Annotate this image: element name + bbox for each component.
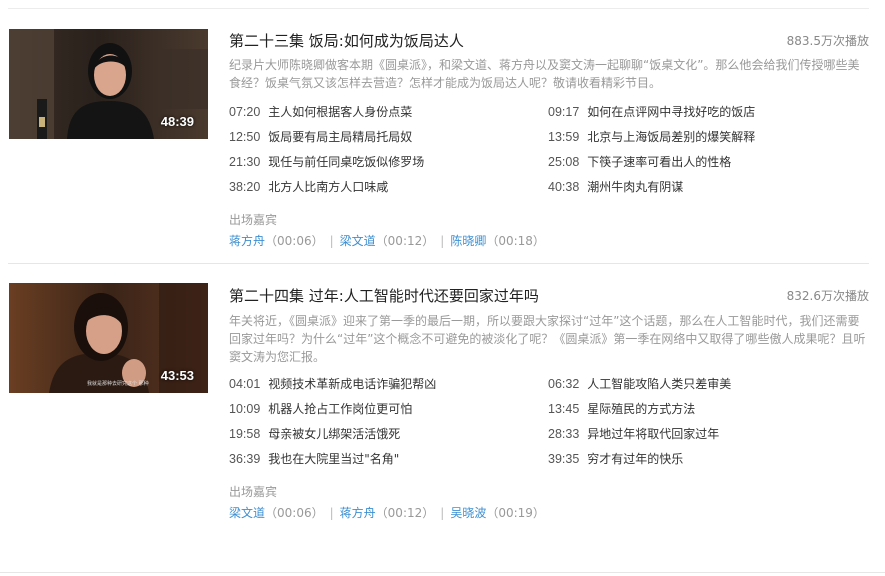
- chapter-item[interactable]: 28:33 异地过年将取代回家过年: [548, 425, 719, 441]
- bottom-divider: [0, 572, 885, 573]
- guest-link[interactable]: 梁文道: [229, 506, 265, 520]
- guest-link[interactable]: 吴晓波: [450, 506, 486, 520]
- play-count: 832.6万次播放: [786, 289, 869, 303]
- separator: |: [440, 506, 445, 520]
- chapter-text: 星际殖民的方式方法: [587, 402, 696, 416]
- play-count: 883.5万次播放: [786, 34, 869, 48]
- guest-list: 梁文道（00:06） | 蒋方舟（00:12） | 吴晓波（00:19）: [229, 504, 545, 521]
- guest-link[interactable]: 陈晓卿: [450, 234, 486, 248]
- chapter-item[interactable]: 07:20 主人如何根据客人身份点菜: [229, 103, 412, 119]
- chapter-item[interactable]: 39:35 穷才有过年的快乐: [548, 450, 683, 466]
- chapter-item[interactable]: 19:58 母亲被女儿绑架活活饿死: [229, 425, 400, 441]
- chapter-text: 下筷子速率可看出人的性格: [587, 155, 732, 169]
- episode-description: 纪录片大师陈晓卿做客本期《圆桌派》，和梁文道、蒋方舟以及窦文涛一起聊聊“饭桌文化…: [229, 58, 860, 90]
- chapter-text: 异地过年将取代回家过年: [587, 427, 720, 441]
- chapter-item[interactable]: 38:20 北方人比南方人口味咸: [229, 178, 388, 194]
- video-duration: 48:39: [160, 114, 194, 129]
- video-thumbnail[interactable]: 48:39: [9, 29, 208, 139]
- chapter-time: 12:50: [229, 130, 261, 144]
- chapter-time: 04:01: [229, 377, 261, 391]
- chapter-item[interactable]: 25:08 下筷子速率可看出人的性格: [548, 153, 731, 169]
- guest-list: 蒋方舟（00:06） | 梁文道（00:12） | 陈晓卿（00:18）: [229, 232, 545, 249]
- chapter-time: 06:32: [548, 377, 580, 391]
- chapter-text: 饭局要有局主局精局托局奴: [268, 130, 413, 144]
- guests-label: 出场嘉宾: [229, 213, 278, 227]
- chapter-time: 38:20: [229, 180, 261, 194]
- guest-link[interactable]: 蒋方舟: [340, 506, 376, 520]
- chapter-text: 穷才有过年的快乐: [587, 452, 684, 466]
- chapter-time: 25:08: [548, 155, 580, 169]
- chapter-time: 40:38: [548, 180, 580, 194]
- chapter-item[interactable]: 04:01 视频技术革新成电话诈骗犯帮凶: [229, 375, 436, 391]
- chapter-time: 21:30: [229, 155, 261, 169]
- guest-time: （00:12）: [375, 506, 435, 520]
- chapter-item[interactable]: 10:09 机器人抢占工作岗位更可怕: [229, 400, 412, 416]
- chapter-text: 母亲被女儿绑架活活饿死: [268, 427, 401, 441]
- chapter-time: 28:33: [548, 427, 580, 441]
- chapter-time: 10:09: [229, 402, 261, 416]
- chapter-item[interactable]: 06:32 人工智能攻陷人类只差审美: [548, 375, 731, 391]
- chapter-text: 潮州牛肉丸有阴谋: [587, 180, 684, 194]
- separator: |: [329, 506, 334, 520]
- guest-time: （00:12）: [375, 234, 435, 248]
- separator: |: [329, 234, 334, 248]
- chapter-item[interactable]: 09:17 如何在点评网中寻找好吃的饭店: [548, 103, 755, 119]
- chapter-item[interactable]: 36:39 我也在大院里当过"名角": [229, 450, 399, 466]
- chapter-text: 现任与前任同桌吃饭似修罗场: [268, 155, 425, 169]
- video-duration: 43:53: [160, 368, 194, 383]
- chapter-text: 如何在点评网中寻找好吃的饭店: [587, 105, 756, 119]
- guest-link[interactable]: 蒋方舟: [229, 234, 265, 248]
- separator: |: [440, 234, 445, 248]
- guest-time: （00:06）: [265, 506, 324, 520]
- top-divider: [8, 8, 869, 9]
- chapter-item[interactable]: 40:38 潮州牛肉丸有阴谋: [548, 178, 683, 194]
- guest-time: （00:19）: [486, 506, 545, 520]
- guest-time: （00:18）: [486, 234, 545, 248]
- chapter-time: 19:58: [229, 427, 261, 441]
- episode-description: 年关将近，《圆桌派》迎来了第一季的最后一期，所以要跟大家探讨“过年”这个话题，那…: [229, 314, 866, 364]
- chapter-text: 我也在大院里当过"名角": [268, 452, 400, 466]
- chapter-time: 09:17: [548, 105, 580, 119]
- chapter-time: 36:39: [229, 452, 261, 466]
- chapter-text: 主人如何根据客人身份点菜: [268, 105, 413, 119]
- chapter-text: 北方人比南方人口味咸: [268, 180, 389, 194]
- episode-divider: [8, 263, 869, 264]
- chapter-text: 视频技术革新成电话诈骗犯帮凶: [268, 377, 437, 391]
- chapter-time: 39:35: [548, 452, 580, 466]
- chapter-time: 07:20: [229, 105, 261, 119]
- chapter-text: 机器人抢占工作岗位更可怕: [268, 402, 413, 416]
- chapter-time: 13:45: [548, 402, 580, 416]
- chapter-item[interactable]: 12:50 饭局要有局主局精局托局奴: [229, 128, 412, 144]
- episode-title[interactable]: 第二十三集 饭局:如何成为饭局达人: [229, 30, 464, 51]
- chapter-item[interactable]: 13:59 北京与上海饭局差别的爆笑解释: [548, 128, 755, 144]
- chapter-text: 人工智能攻陷人类只差审美: [587, 377, 732, 391]
- chapter-item[interactable]: 13:45 星际殖民的方式方法: [548, 400, 695, 416]
- video-subtitle: 我就是那种去研究这个 那种: [87, 381, 149, 387]
- guest-link[interactable]: 梁文道: [340, 234, 376, 248]
- episode-title[interactable]: 第二十四集 过年:人工智能时代还要回家过年吗: [229, 285, 539, 306]
- guests-label: 出场嘉宾: [229, 485, 278, 499]
- chapter-item[interactable]: 21:30 现任与前任同桌吃饭似修罗场: [229, 153, 424, 169]
- guest-time: （00:06）: [265, 234, 324, 248]
- chapter-text: 北京与上海饭局差别的爆笑解释: [587, 130, 756, 144]
- video-thumbnail[interactable]: 我就是那种去研究这个 那种 43:53: [9, 283, 208, 393]
- chapter-time: 13:59: [548, 130, 580, 144]
